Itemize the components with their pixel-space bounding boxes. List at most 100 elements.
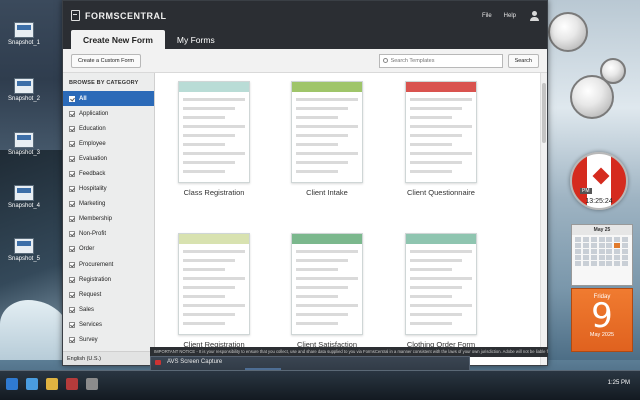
category-application[interactable]: Application — [63, 106, 154, 121]
category-list: All Application Education Employee Evaluatio… — [63, 91, 154, 348]
category-label: Feedback — [79, 171, 106, 178]
category-evaluation[interactable]: Evaluation — [63, 151, 154, 166]
image-file-icon — [14, 238, 34, 254]
category-label: Registration — [79, 276, 112, 283]
media-icon[interactable] — [66, 378, 78, 390]
category-education[interactable]: Education — [63, 121, 154, 136]
category-label: Membership — [79, 216, 113, 223]
app-icon[interactable] — [86, 378, 98, 390]
checkbox-icon — [69, 171, 75, 178]
desktop-icon-snapshot-5[interactable]: Snapshot_5 — [2, 238, 46, 262]
category-label: Order — [79, 246, 95, 253]
file-menu[interactable]: File — [482, 13, 492, 19]
tab-my-forms[interactable]: My Forms — [165, 30, 227, 49]
desktop-icon-snapshot-1[interactable]: Snapshot_1 — [2, 22, 46, 46]
category-services[interactable]: Services — [63, 317, 154, 332]
category-sidebar: BROWSE BY CATEGORY All Application Educati… — [63, 73, 155, 365]
calendar-month: May 25 — [572, 225, 632, 235]
template-thumbnail[interactable] — [178, 81, 250, 183]
template-thumbnail[interactable] — [291, 233, 363, 335]
template-thumbnail[interactable] — [405, 81, 477, 183]
template-card[interactable]: Clothing Order Form — [405, 233, 477, 349]
checkbox-icon — [69, 231, 75, 238]
search-button[interactable]: Search — [507, 53, 539, 68]
checkbox-icon — [69, 261, 75, 268]
calendar-gadget: May 25 — [571, 224, 633, 286]
formscentral-window: FORMSCENTRAL File Help Create New Form M… — [62, 0, 548, 366]
tab-bar: Create New Form My Forms — [63, 30, 547, 49]
vertical-scrollbar[interactable] — [540, 73, 547, 365]
category-label: Request — [79, 291, 102, 298]
toolbar: Create a Custom Form Search — [63, 49, 547, 73]
date-month-year: May 2025 — [589, 332, 615, 338]
create-custom-form-button[interactable]: Create a Custom Form — [71, 53, 141, 68]
template-card[interactable]: Class Registration — [178, 81, 250, 197]
category-feedback[interactable]: Feedback — [63, 166, 154, 181]
cpu-meter-gadget — [548, 12, 588, 52]
language-select[interactable]: English (U.S.) — [63, 351, 155, 365]
template-title[interactable]: Class Registration — [158, 188, 270, 197]
checkbox-icon — [69, 125, 75, 132]
template-card[interactable]: Client Intake — [291, 81, 363, 197]
clock-gadget: PM 13:25:24 — [570, 152, 628, 210]
browser-icon[interactable] — [26, 378, 38, 390]
checkbox-icon — [69, 110, 75, 117]
taskbar: 1:25 PM — [0, 370, 640, 400]
category-survey[interactable]: Survey — [63, 333, 154, 348]
checkbox-icon — [69, 291, 75, 298]
image-file-icon — [14, 132, 34, 148]
category-label: Education — [79, 125, 106, 132]
category-label: Employee — [79, 140, 106, 147]
category-label: Non-Profit — [79, 231, 107, 238]
checkbox-icon — [69, 95, 75, 102]
category-marketing[interactable]: Marketing — [63, 197, 154, 212]
image-file-icon — [14, 185, 34, 201]
category-sales[interactable]: Sales — [63, 302, 154, 317]
desktop-icon-snapshot-2[interactable]: Snapshot_2 — [2, 78, 46, 102]
category-registration[interactable]: Registration — [63, 272, 154, 287]
image-file-icon — [14, 78, 34, 94]
date-gadget: Friday 9 May 2025 — [571, 288, 633, 352]
tab-create-new-form[interactable]: Create New Form — [71, 30, 165, 49]
template-card[interactable]: Client Satisfaction — [291, 233, 363, 349]
category-hospitality[interactable]: Hospitality — [63, 182, 154, 197]
app-brand: FORMSCENTRAL — [85, 10, 167, 21]
checkbox-icon — [69, 201, 75, 208]
scrollbar-thumb[interactable] — [542, 83, 546, 143]
checkbox-icon — [69, 246, 75, 253]
template-thumbnail[interactable] — [405, 233, 477, 335]
date-day: 9 — [591, 296, 613, 336]
template-card[interactable]: Client Registration — [178, 233, 250, 349]
user-icon[interactable] — [530, 10, 539, 21]
checkbox-icon — [69, 186, 75, 193]
category-procurement[interactable]: Procurement — [63, 257, 154, 272]
memory-meter-gadget — [600, 58, 626, 84]
image-file-icon — [14, 22, 34, 38]
template-title[interactable]: Client Questionnaire — [385, 188, 497, 197]
folder-icon[interactable] — [46, 378, 58, 390]
category-label: Application — [79, 110, 109, 117]
category-request[interactable]: Request — [63, 287, 154, 302]
template-title[interactable]: Client Intake — [271, 188, 383, 197]
category-employee[interactable]: Employee — [63, 136, 154, 151]
category-non-profit[interactable]: Non-Profit — [63, 227, 154, 242]
template-thumbnail[interactable] — [291, 81, 363, 183]
desktop-icon-snapshot-3[interactable]: Snapshot_3 — [2, 132, 46, 156]
start-icon[interactable] — [6, 378, 18, 390]
template-card[interactable]: Client Questionnaire — [405, 81, 477, 197]
help-menu[interactable]: Help — [504, 13, 516, 19]
checkbox-icon — [69, 337, 75, 344]
maple-leaf-icon — [592, 167, 610, 185]
taskbar-clock: 1:25 PM — [607, 380, 630, 386]
search-field[interactable] — [378, 53, 503, 68]
category-membership[interactable]: Membership — [63, 212, 154, 227]
category-order[interactable]: Order — [63, 242, 154, 257]
category-all[interactable]: All — [63, 91, 154, 107]
checkbox-icon — [69, 306, 75, 313]
desktop-icon-snapshot-4[interactable]: Snapshot_4 — [2, 185, 46, 209]
avs-title: AVS Screen Capture — [151, 357, 469, 368]
clock-period: PM — [580, 188, 592, 194]
search-input[interactable] — [390, 57, 499, 64]
checkbox-icon — [69, 216, 75, 223]
template-thumbnail[interactable] — [178, 233, 250, 335]
